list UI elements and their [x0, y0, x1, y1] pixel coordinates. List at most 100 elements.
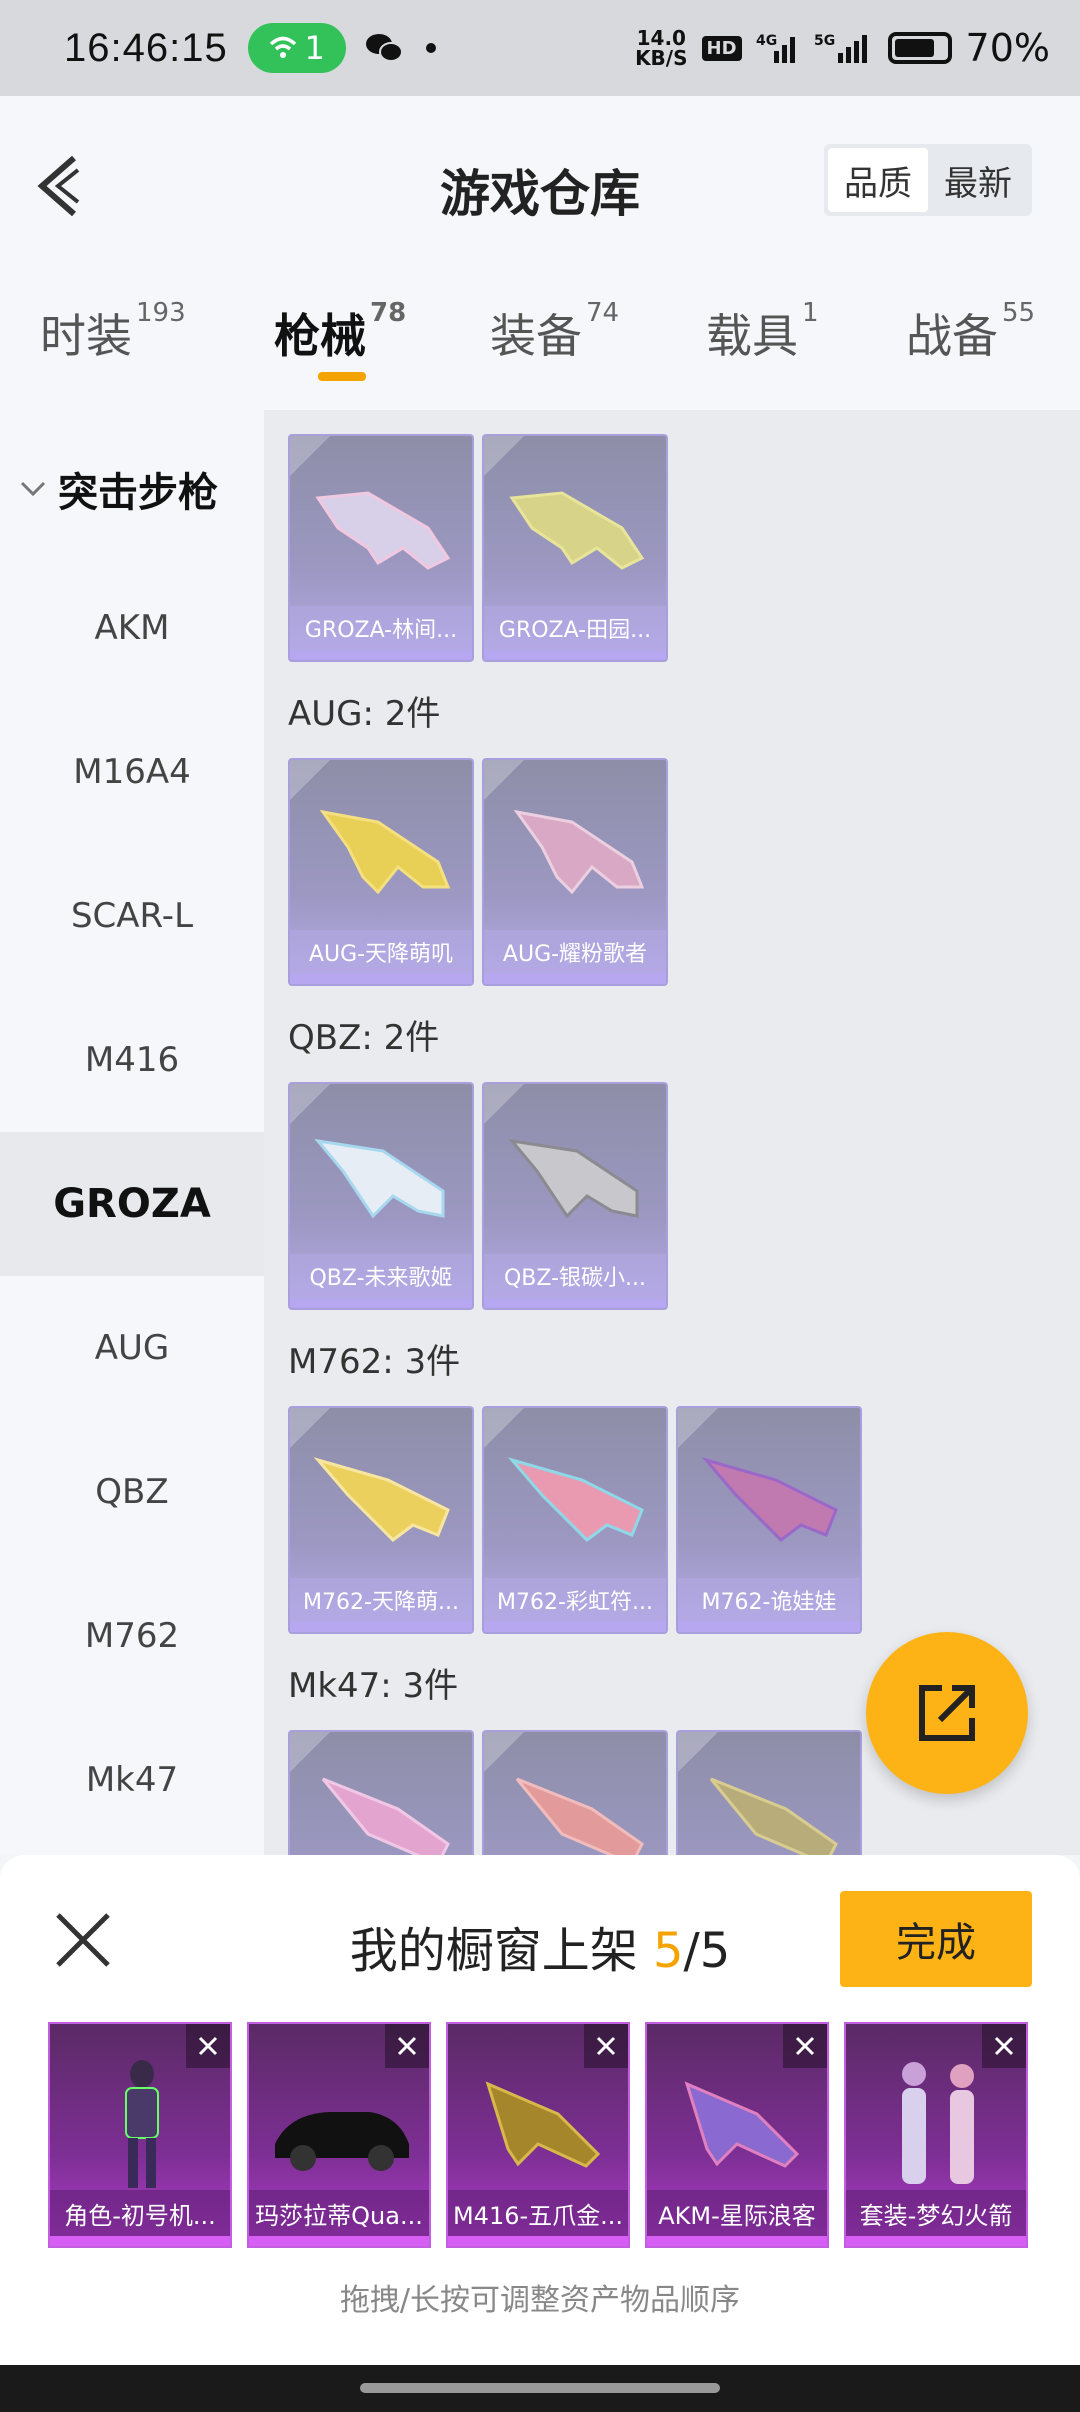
group-title: AUG: 2件 — [288, 694, 441, 734]
remove-slot-button[interactable] — [584, 2024, 628, 2068]
close-icon — [198, 2036, 218, 2056]
dot-icon — [425, 43, 436, 53]
external-link-icon — [919, 1685, 975, 1741]
sidebar-category-header[interactable]: 突击步枪 — [18, 460, 218, 518]
app-header: 游戏仓库 品质 最新 — [0, 96, 1080, 266]
weapon-skin-image — [485, 2081, 601, 2168]
slot-label: 套装-梦幻火箭 — [846, 2190, 1026, 2236]
weapon-skin-image — [684, 2081, 800, 2168]
item-card[interactable]: M762-诡娃娃 — [676, 1406, 862, 1634]
rarity-bar — [846, 2236, 1026, 2246]
item-label: GROZA-田园... — [484, 606, 666, 650]
item-card[interactable]: QBZ-未来歌姬 — [288, 1082, 474, 1310]
outfit-image — [902, 2062, 974, 2184]
showcase-slot[interactable]: M416-五爪金... — [446, 2022, 630, 2248]
tab-equipment[interactable]: 装备 74 — [490, 298, 619, 366]
sidebar-item-m16a4[interactable]: M16A4 — [0, 700, 264, 844]
remove-slot-button[interactable] — [186, 2024, 230, 2068]
sidebar-item-qbz[interactable]: QBZ — [0, 1420, 264, 1564]
item-label: QBZ-未来歌姬 — [290, 1254, 472, 1298]
rarity-bar — [249, 2236, 429, 2246]
hd-icon: HD — [701, 35, 742, 61]
sidebar-item-m416[interactable]: M416 — [0, 988, 264, 1132]
hotspot-pill: 1 — [247, 23, 346, 73]
showcase-slot[interactable]: 角色-初号机... — [48, 2022, 232, 2248]
item-label: AUG-天降萌叽 — [290, 930, 472, 974]
rarity-bar — [484, 974, 666, 984]
network-speed: 14.0 KB/S — [635, 26, 688, 70]
rarity-bar — [484, 1298, 666, 1308]
item-card[interactable]: M762-彩虹符... — [482, 1406, 668, 1634]
done-button[interactable]: 完成 — [840, 1891, 1032, 1987]
sidebar-item-scar-l[interactable]: SCAR-L — [0, 844, 264, 988]
weapon-skin-image — [508, 1138, 639, 1219]
sort-quality-option[interactable]: 品质 — [828, 148, 928, 212]
item-card[interactable] — [676, 1730, 862, 1855]
item-card[interactable]: GROZA-田园... — [482, 434, 668, 662]
item-card[interactable] — [288, 1730, 474, 1855]
weapon-skin-image — [314, 1138, 445, 1219]
close-icon — [994, 2036, 1014, 2056]
weapon-skin-image — [513, 809, 645, 895]
item-card[interactable]: M762-天降萌... — [288, 1406, 474, 1634]
hotspot-count: 1 — [304, 29, 325, 67]
tab-vehicles[interactable]: 载具 1 — [706, 298, 819, 366]
weapon-sidebar: 突击步枪 AKM M16A4 SCAR-L M416 GROZA AUG QBZ… — [0, 410, 264, 1855]
weapon-skin-image — [509, 491, 645, 570]
active-tab-indicator — [318, 372, 366, 381]
rarity-bar — [678, 1622, 860, 1632]
item-card[interactable]: AUG-天降萌叽 — [288, 758, 474, 986]
battery-percent: 70% — [965, 26, 1050, 70]
showcase-slot[interactable]: 玛莎拉蒂Qua... — [247, 2022, 431, 2248]
weapon-skin-image — [315, 491, 451, 570]
rarity-bar — [290, 1622, 472, 1632]
tab-firearms[interactable]: 枪械 78 — [274, 298, 406, 366]
remove-slot-button[interactable] — [982, 2024, 1026, 2068]
signal-4g-icon: 4G — [756, 33, 795, 63]
item-label: AUG-耀粉歌者 — [484, 930, 666, 974]
rarity-bar — [50, 2236, 230, 2246]
group-title: M762: 3件 — [288, 1342, 461, 1382]
sidebar-item-aug[interactable]: AUG — [0, 1276, 264, 1420]
close-icon — [795, 2036, 815, 2056]
item-card[interactable] — [482, 1730, 668, 1855]
showcase-slot[interactable]: 套装-梦幻火箭 — [844, 2022, 1028, 2248]
item-label: M762-诡娃娃 — [678, 1578, 860, 1622]
tab-supplies[interactable]: 战备 55 — [906, 298, 1035, 366]
remove-slot-button[interactable] — [385, 2024, 429, 2068]
battery-icon — [887, 32, 952, 64]
reorder-hint: 拖拽/长按可调整资产物品顺序 — [339, 2283, 741, 2318]
rarity-bar — [484, 1622, 666, 1632]
item-card[interactable]: QBZ-银碳小... — [482, 1082, 668, 1310]
slot-label: 玛莎拉蒂Qua... — [249, 2190, 429, 2236]
home-indicator[interactable] — [360, 2383, 720, 2393]
signal-5g-icon: 5G — [814, 33, 867, 63]
sidebar-item-m762[interactable]: M762 — [0, 1564, 264, 1708]
rarity-bar — [484, 650, 666, 660]
showcase-count: 5 — [653, 1923, 684, 1979]
status-bar: 16:46:15 1 14.0 KB/S HD 4G 5G 70% — [0, 0, 1080, 96]
showcase-sheet: 我的橱窗上架 5/5 完成 角色-初号机... 玛莎拉蒂Qua... M416-… — [0, 1855, 1080, 2365]
rarity-bar — [290, 1298, 472, 1308]
rarity-bar — [647, 2236, 827, 2246]
slot-label: 角色-初号机... — [50, 2190, 230, 2236]
group-title: QBZ: 2件 — [288, 1018, 440, 1058]
tab-fashion[interactable]: 时装 193 — [40, 298, 186, 366]
item-label: M762-天降萌... — [290, 1578, 472, 1622]
group-title: Mk47: 3件 — [288, 1666, 459, 1706]
item-label: GROZA-林间... — [290, 606, 472, 650]
remove-slot-button[interactable] — [783, 2024, 827, 2068]
share-button[interactable] — [866, 1632, 1028, 1794]
car-image — [275, 2112, 409, 2171]
weapon-skin-image — [515, 1777, 644, 1855]
item-card[interactable]: GROZA-林间... — [288, 434, 474, 662]
sort-newest-option[interactable]: 最新 — [928, 148, 1028, 212]
weapon-skin-image — [701, 1457, 838, 1542]
item-label: QBZ-银碳小... — [484, 1254, 666, 1298]
sidebar-item-akm[interactable]: AKM — [0, 556, 264, 700]
sidebar-item-groza[interactable]: GROZA — [0, 1132, 264, 1276]
sidebar-item-mk47[interactable]: Mk47 — [0, 1708, 264, 1852]
showcase-slot[interactable]: AKM-星际浪客 — [645, 2022, 829, 2248]
item-card[interactable]: AUG-耀粉歌者 — [482, 758, 668, 986]
item-label: M762-彩虹符... — [484, 1578, 666, 1622]
